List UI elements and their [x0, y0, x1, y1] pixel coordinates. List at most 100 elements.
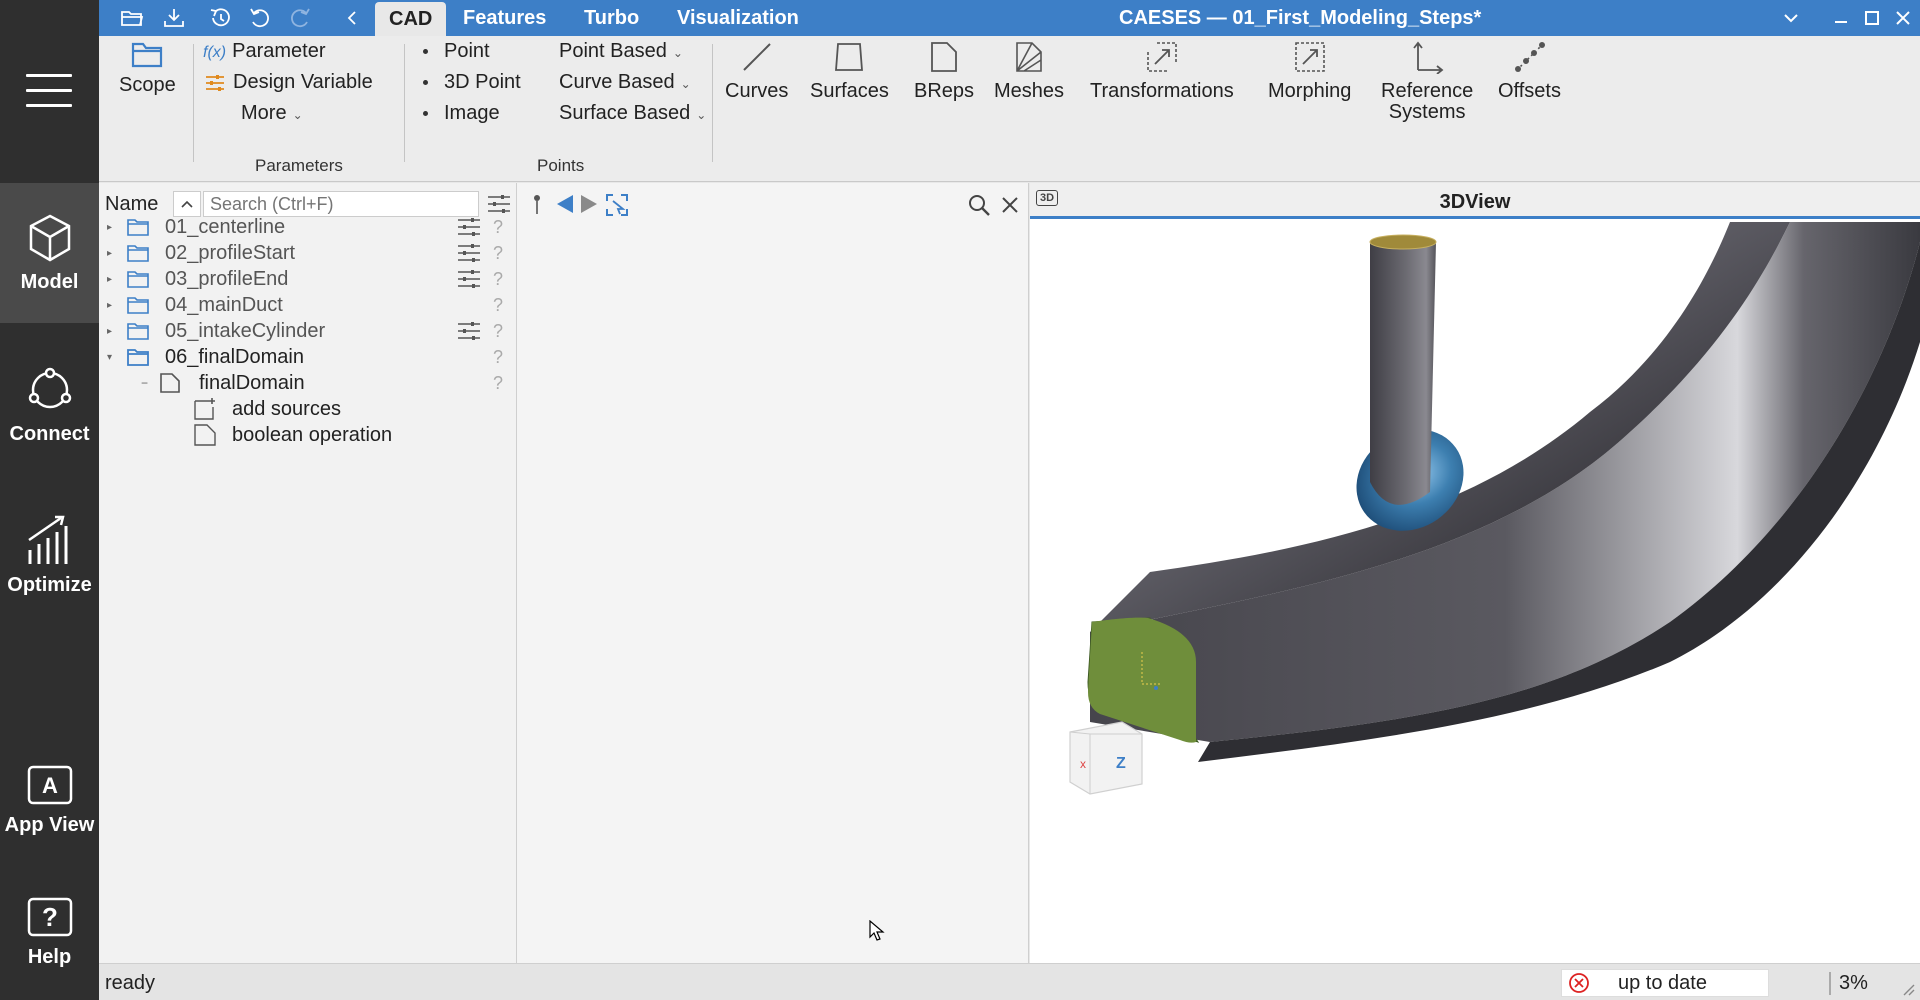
chevron-left-icon[interactable]: [339, 6, 365, 30]
forward-arrow-icon[interactable]: [579, 193, 599, 215]
sliders-icon[interactable]: [457, 217, 481, 237]
expand-arrow-icon[interactable]: ▸: [107, 326, 112, 337]
update-status[interactable]: up to date: [1561, 969, 1769, 997]
collapse-arrow-icon[interactable]: −: [141, 376, 148, 390]
minimize-button[interactable]: [1826, 0, 1856, 36]
hamburger-menu-icon[interactable]: [26, 74, 72, 108]
tab-turbo[interactable]: Turbo: [570, 0, 653, 36]
expand-arrow-icon[interactable]: ▸: [107, 274, 112, 285]
window-title: CAESES — 01_First_Modeling_Steps*: [1119, 7, 1482, 29]
more-dropdown[interactable]: More ⌄: [241, 102, 303, 125]
chevron-down-icon: ⌄: [680, 77, 691, 91]
help-icon: ?: [27, 897, 72, 936]
expand-arrow-icon[interactable]: ▸: [107, 222, 112, 233]
3d-point-button[interactable]: 3D Point: [423, 71, 521, 94]
point-based-dropdown[interactable]: Point Based ⌄: [559, 40, 683, 63]
search-icon[interactable]: [967, 193, 991, 217]
view-header: 3D 3DView: [1030, 183, 1920, 219]
view-cube[interactable]: x Z: [1069, 721, 1143, 795]
error-circle-icon: [1569, 973, 1589, 993]
maximize-button[interactable]: [1857, 0, 1887, 36]
brep-icon: [931, 42, 957, 72]
svg-text:A: A: [42, 773, 58, 798]
folder-icon: [127, 271, 149, 288]
cube-icon: [29, 214, 70, 261]
rail-label: Model: [20, 270, 79, 293]
rail-item-model[interactable]: Model: [0, 183, 99, 323]
offsets-button[interactable]: Offsets: [1498, 40, 1561, 103]
parameter-button[interactable]: f(x) Parameter: [203, 40, 325, 63]
help-mark[interactable]: ?: [493, 321, 503, 342]
point-button[interactable]: Point: [423, 40, 490, 63]
surface-based-dropdown[interactable]: Surface Based ⌄: [559, 102, 706, 125]
mesh-icon: [1016, 42, 1042, 72]
open-folder-icon[interactable]: [119, 6, 145, 30]
help-mark[interactable]: ?: [493, 243, 503, 264]
progress-percent: 3%: [1829, 972, 1868, 995]
history-icon[interactable]: [207, 6, 233, 30]
collapse-arrow-icon[interactable]: ▾: [107, 352, 112, 363]
axes-icon: [1413, 41, 1444, 74]
surface-icon: [835, 43, 864, 71]
redo-icon[interactable]: [287, 6, 313, 30]
folder-icon: [132, 42, 163, 68]
separator: [404, 44, 405, 162]
tab-cad[interactable]: CAD: [375, 2, 447, 36]
chevron-down-icon[interactable]: [1776, 0, 1806, 36]
rail-item-help[interactable]: ? Help: [0, 862, 99, 1000]
point-icon: [423, 80, 428, 86]
add-operation-icon: [194, 398, 215, 420]
sliders-icon[interactable]: [457, 321, 481, 341]
resize-grip-icon[interactable]: [1899, 980, 1915, 996]
tab-features[interactable]: Features: [449, 0, 560, 36]
expand-arrow-icon[interactable]: ▸: [107, 300, 112, 311]
tree-row[interactable]: boolean operation: [99, 419, 517, 451]
curve-based-dropdown[interactable]: Curve Based ⌄: [559, 71, 691, 94]
separator: [193, 44, 194, 162]
help-mark[interactable]: ?: [493, 295, 503, 316]
breps-button[interactable]: BReps: [914, 40, 974, 103]
scope-button[interactable]: Scope: [119, 40, 176, 97]
rail-label: App View: [4, 813, 95, 836]
sliders-icon[interactable]: [457, 243, 481, 263]
image-button[interactable]: Image: [423, 102, 500, 125]
transformations-button[interactable]: Transformations: [1090, 40, 1234, 103]
select-target-icon[interactable]: [605, 193, 629, 217]
close-button[interactable]: [1888, 0, 1918, 36]
svg-text:?: ?: [42, 902, 58, 932]
surfaces-button[interactable]: Surfaces: [810, 40, 889, 103]
ribbon: Scope f(x) Parameter Design Variable More…: [99, 36, 1920, 182]
function-icon: f(x): [203, 44, 227, 61]
help-mark[interactable]: ?: [493, 269, 503, 290]
rail-item-optimize[interactable]: Optimize: [0, 485, 99, 625]
save-icon[interactable]: [161, 6, 187, 30]
properties-panel: [517, 183, 1029, 963]
undo-icon[interactable]: [247, 6, 273, 30]
folder-icon: [127, 245, 149, 262]
rail-item-app-view[interactable]: A App View: [0, 730, 99, 870]
sliders-icon[interactable]: [457, 269, 481, 289]
close-icon[interactable]: [1001, 196, 1019, 214]
brep-icon: [160, 373, 180, 393]
help-mark[interactable]: ?: [493, 373, 503, 394]
tab-visualization[interactable]: Visualization: [663, 0, 813, 36]
morph-icon: [1294, 42, 1325, 72]
pin-icon[interactable]: [531, 193, 543, 215]
3d-viewport[interactable]: x Z: [1030, 222, 1920, 963]
morphing-button[interactable]: Morphing: [1268, 40, 1351, 103]
rail-item-connect[interactable]: Connect: [0, 335, 99, 475]
help-mark[interactable]: ?: [493, 347, 503, 368]
help-mark[interactable]: ?: [493, 217, 503, 238]
chevron-up-icon: [181, 200, 193, 208]
meshes-button[interactable]: Meshes: [994, 40, 1064, 103]
design-variable-button[interactable]: Design Variable: [205, 71, 373, 94]
chevron-down-icon: ⌄: [696, 108, 707, 122]
left-rail: Model Connect Optimize A App View ? Help: [0, 0, 99, 1000]
3d-view-panel[interactable]: 3D 3DView x Z: [1030, 183, 1920, 963]
title-bar: CAD Features Turbo Visualization CAESES …: [99, 0, 1920, 36]
back-arrow-icon[interactable]: [555, 193, 575, 215]
curves-button[interactable]: Curves: [725, 40, 788, 103]
group-label-points: Points: [537, 156, 585, 175]
reference-systems-button[interactable]: Reference Systems: [1381, 40, 1473, 124]
expand-arrow-icon[interactable]: ▸: [107, 248, 112, 259]
